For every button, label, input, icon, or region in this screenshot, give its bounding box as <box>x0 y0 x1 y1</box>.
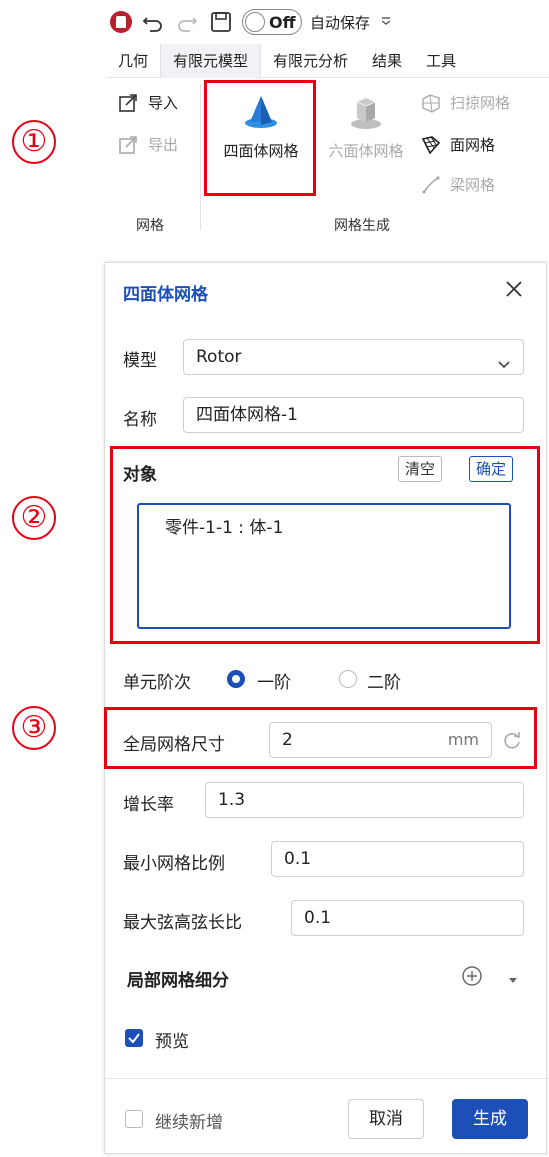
chevron-down-icon <box>497 349 511 369</box>
quick-access-toolbar: Off 自动保存 <box>106 0 549 44</box>
footer-divider <box>105 1078 548 1079</box>
continue-checkbox[interactable] <box>125 1110 143 1128</box>
export-button[interactable]: 导出 <box>118 134 178 155</box>
ribbon-toolbar: Off 自动保存 几何 有限元模型 有限元分析 结果 工具 导入 导出 网格 四… <box>106 0 549 236</box>
step-marker-3: ③ <box>12 706 56 750</box>
step-marker-1: ① <box>12 120 56 164</box>
undo-icon[interactable] <box>140 9 166 35</box>
import-button[interactable]: 导入 <box>118 92 178 113</box>
dialog-title: 四面体网格 <box>123 285 208 305</box>
name-label: 名称 <box>123 410 157 430</box>
continue-label: 继续新增 <box>155 1113 223 1133</box>
sweep-mesh-button[interactable]: 扫掠网格 <box>420 92 510 113</box>
export-label: 导出 <box>148 136 179 154</box>
growth-rate-input[interactable]: 1.3 <box>205 782 524 818</box>
max-chord-ratio-input[interactable]: 0.1 <box>291 900 524 936</box>
growth-rate-value: 1.3 <box>218 790 246 810</box>
min-ratio-input[interactable]: 0.1 <box>271 841 524 877</box>
model-value: Rotor <box>196 347 242 367</box>
app-logo-icon[interactable] <box>110 11 132 33</box>
mesh-group-label: 网格 <box>136 218 164 234</box>
sweep-mesh-icon <box>420 93 442 113</box>
import-label: 导入 <box>148 94 179 112</box>
toggle-knob <box>245 12 265 32</box>
tab-tools[interactable]: 工具 <box>414 44 468 78</box>
max-chord-ratio-value: 0.1 <box>304 908 332 928</box>
mesh-gen-group-label: 网格生成 <box>334 218 390 234</box>
surface-mesh-icon <box>420 135 442 155</box>
cancel-button[interactable]: 取消 <box>348 1099 424 1139</box>
tet-mesh-highlight <box>204 80 316 196</box>
preview-checkbox[interactable] <box>125 1029 143 1047</box>
surface-mesh-button[interactable]: 面网格 <box>420 134 495 155</box>
order-second-radio[interactable] <box>339 670 357 688</box>
hex-mesh-label: 六面体网格 <box>328 142 404 160</box>
group-divider <box>200 84 201 230</box>
beam-mesh-icon <box>420 175 442 195</box>
menu-bar: 几何 有限元模型 有限元分析 结果 工具 <box>106 43 549 78</box>
save-icon[interactable] <box>208 9 234 35</box>
tab-fe-analysis[interactable]: 有限元分析 <box>261 44 360 78</box>
add-icon[interactable] <box>461 965 483 987</box>
ribbon-panel: 导入 导出 网格 四面体网格 六面体网格 扫掠网格 面网格 梁网格 网格生成 <box>106 78 549 236</box>
min-ratio-label: 最小网格比例 <box>123 854 225 874</box>
export-icon <box>118 135 140 155</box>
order-first-label: 一阶 <box>257 673 291 693</box>
hex-mesh-button[interactable]: 六面体网格 <box>316 82 416 178</box>
model-label: 模型 <box>123 351 157 371</box>
name-input[interactable]: 四面体网格-1 <box>183 397 524 433</box>
autosave-toggle[interactable]: Off <box>242 9 302 35</box>
surface-mesh-label: 面网格 <box>450 136 496 154</box>
name-value: 四面体网格-1 <box>196 405 298 425</box>
toggle-label: Off <box>269 12 296 32</box>
import-icon <box>118 93 140 113</box>
hex-mesh-icon <box>346 92 386 132</box>
preview-label: 预览 <box>155 1032 189 1052</box>
local-refine-label: 局部网格细分 <box>127 971 229 991</box>
tab-results[interactable]: 结果 <box>360 44 414 78</box>
sweep-mesh-label: 扫掠网格 <box>450 94 511 112</box>
redo-icon[interactable] <box>174 9 200 35</box>
max-chord-ratio-label: 最大弦高弦长比 <box>123 913 242 933</box>
close-icon[interactable] <box>502 277 526 301</box>
order-second-label: 二阶 <box>367 673 401 693</box>
growth-rate-label: 增长率 <box>123 795 174 815</box>
min-ratio-value: 0.1 <box>284 849 312 869</box>
beam-mesh-button[interactable]: 梁网格 <box>420 174 495 195</box>
element-order-label: 单元阶次 <box>123 673 191 693</box>
autosave-label: 自动保存 <box>310 13 371 32</box>
global-size-highlight <box>104 707 537 769</box>
qat-dropdown-icon[interactable] <box>380 15 392 29</box>
order-first-radio[interactable] <box>227 670 245 688</box>
generate-button[interactable]: 生成 <box>452 1099 528 1139</box>
model-select[interactable]: Rotor <box>183 339 524 375</box>
object-highlight <box>110 446 540 644</box>
caret-down-icon[interactable] <box>507 971 519 983</box>
tab-fe-model[interactable]: 有限元模型 <box>160 43 262 78</box>
tet-mesh-dialog: 四面体网格 模型 Rotor 名称 四面体网格-1 对象 清空 确定 零件-1-… <box>104 262 548 1154</box>
step-marker-2: ② <box>12 496 56 540</box>
tab-geometry[interactable]: 几何 <box>106 44 160 78</box>
beam-mesh-label: 梁网格 <box>450 176 496 194</box>
